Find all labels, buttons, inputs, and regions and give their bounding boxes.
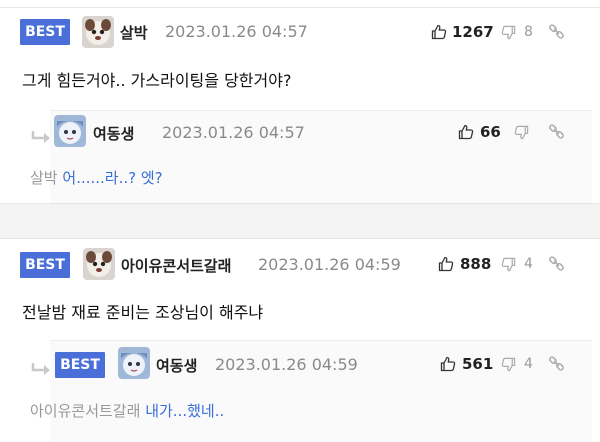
like-count: 1267 bbox=[452, 23, 494, 41]
reply-text: 내가...했네.. bbox=[145, 402, 225, 420]
avatar-image bbox=[83, 248, 115, 280]
dislike-count: 4 bbox=[524, 256, 533, 272]
thumbs-up-icon[interactable] bbox=[458, 124, 474, 140]
best-badge: BEST bbox=[55, 352, 105, 378]
avatar[interactable] bbox=[118, 347, 150, 379]
reply-date: 2023.01.26 04:59 bbox=[215, 355, 358, 374]
avatar-image bbox=[82, 16, 114, 48]
comment-text: 그게 힘든거야.. 가스라이팅을 당한거야? bbox=[22, 71, 292, 90]
avatar[interactable] bbox=[82, 16, 114, 48]
thumbs-down-icon[interactable] bbox=[501, 25, 516, 40]
avatar-image bbox=[118, 347, 150, 379]
nickname[interactable]: 여동생 bbox=[93, 123, 134, 144]
link-icon[interactable] bbox=[548, 255, 565, 272]
thumbs-down-icon[interactable] bbox=[501, 257, 516, 272]
nickname[interactable]: 살박 bbox=[120, 22, 148, 43]
reply-arrow-icon bbox=[31, 131, 50, 143]
avatar[interactable] bbox=[54, 115, 86, 147]
nickname[interactable]: 아이유콘서트갈래 bbox=[121, 255, 231, 276]
like-count: 888 bbox=[460, 255, 492, 273]
thumbs-down-icon[interactable] bbox=[501, 357, 516, 372]
like-count: 561 bbox=[462, 355, 494, 373]
mention[interactable]: 아이유콘서트갈래 bbox=[30, 402, 140, 420]
thumbs-up-icon[interactable] bbox=[431, 24, 447, 40]
comment-date: 2023.01.26 04:59 bbox=[258, 255, 401, 274]
top-divider bbox=[0, 7, 600, 8]
reply-text-line: 아이유콘서트갈래 내가...했네.. bbox=[30, 400, 224, 421]
comment-text: 전날밤 재료 준비는 조상님이 해주냐 bbox=[22, 303, 264, 322]
comment-date: 2023.01.26 04:57 bbox=[165, 22, 308, 41]
avatar-image bbox=[54, 115, 86, 147]
nickname[interactable]: 여동생 bbox=[156, 355, 197, 376]
thumbs-up-icon[interactable] bbox=[438, 256, 454, 272]
link-icon[interactable] bbox=[548, 23, 565, 40]
reply-arrow-icon bbox=[31, 363, 50, 375]
best-badge: BEST bbox=[20, 19, 70, 45]
avatar[interactable] bbox=[83, 248, 115, 280]
like-count: 66 bbox=[480, 123, 501, 141]
dislike-count: 4 bbox=[524, 356, 533, 372]
link-icon[interactable] bbox=[548, 123, 565, 140]
comment-gap bbox=[0, 204, 600, 238]
best-badge: BEST bbox=[20, 252, 70, 278]
reply-text: 어......라..? 엣? bbox=[62, 169, 163, 187]
link-icon[interactable] bbox=[548, 355, 565, 372]
thumbs-down-icon[interactable] bbox=[514, 125, 529, 140]
dislike-count: 8 bbox=[524, 24, 533, 40]
mention[interactable]: 살박 bbox=[30, 169, 58, 187]
divider bbox=[0, 238, 600, 239]
reply-text-line: 살박 어......라..? 엣? bbox=[30, 167, 163, 188]
thumbs-up-icon[interactable] bbox=[440, 356, 456, 372]
reply-date: 2023.01.26 04:57 bbox=[162, 123, 305, 142]
